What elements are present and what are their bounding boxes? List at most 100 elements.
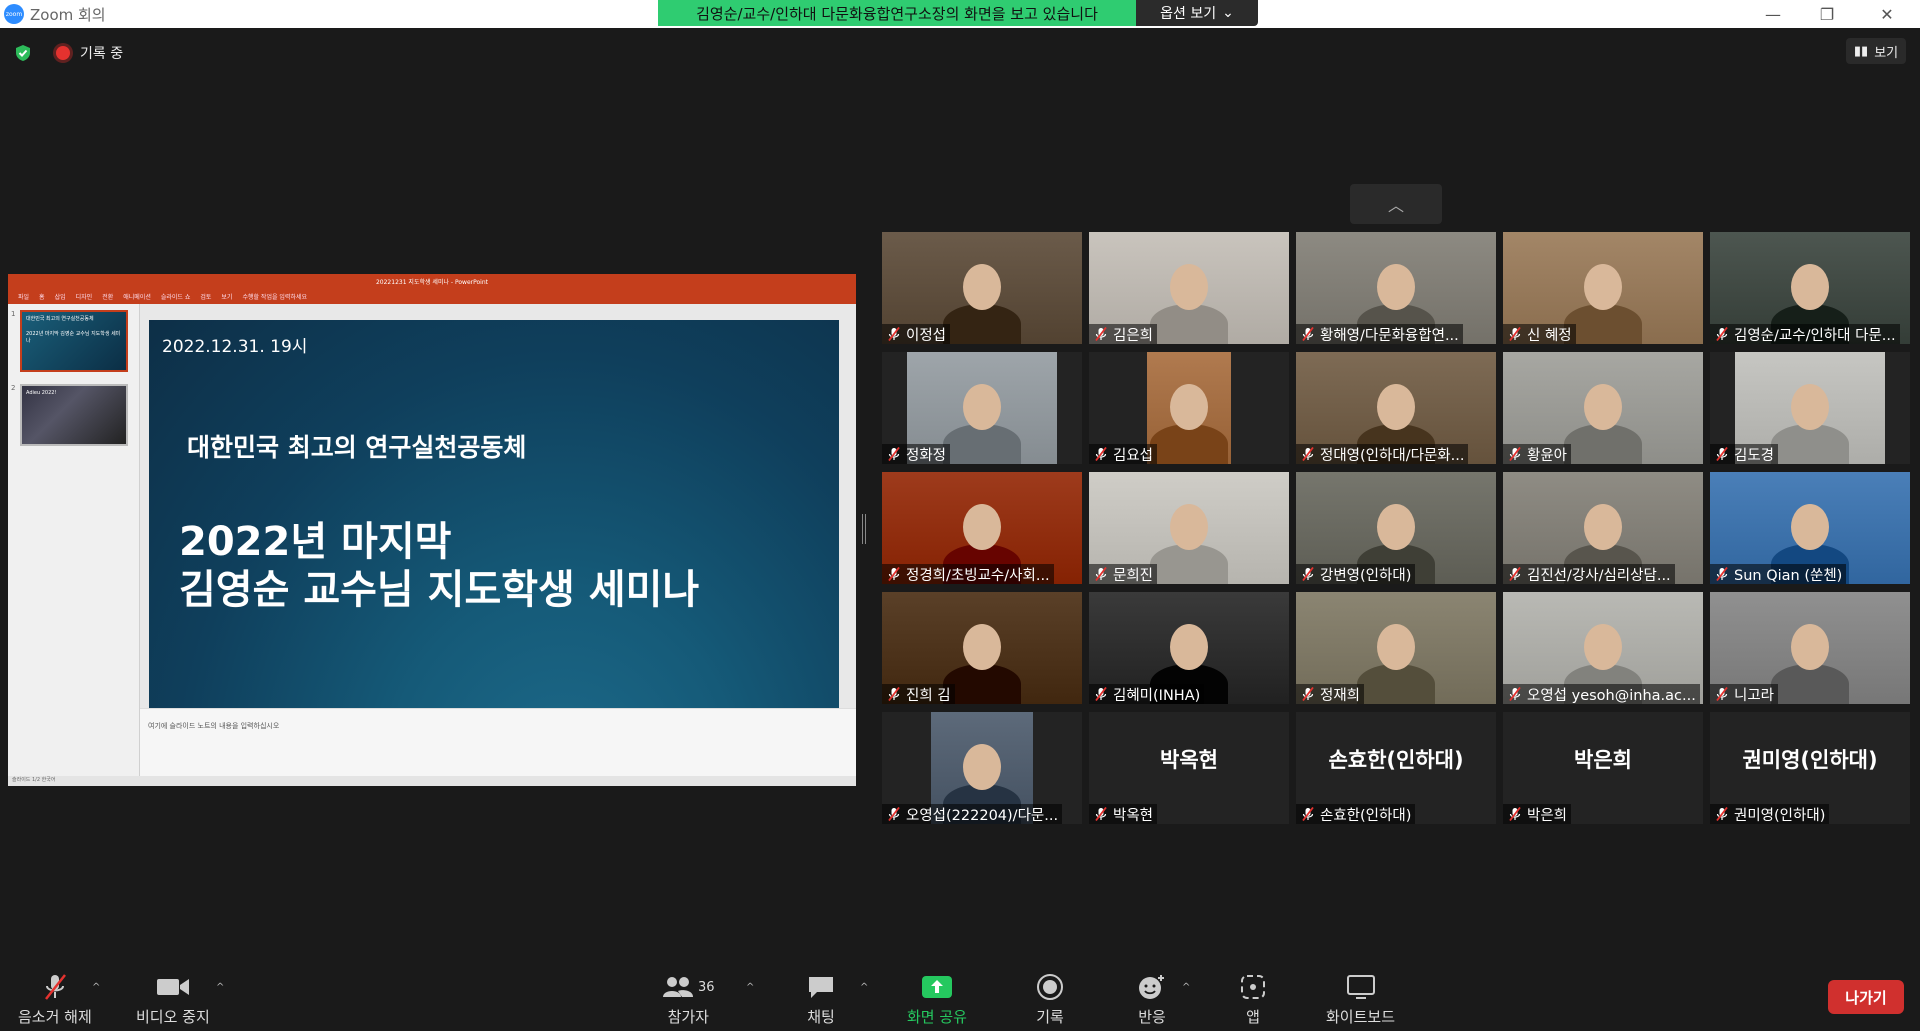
participant-silhouette: [943, 304, 1021, 344]
view-label: 보기: [1874, 45, 1899, 61]
participant-name-bar: 신 혜정: [1503, 324, 1576, 344]
slide-date: 2022.12.31. 19시: [162, 337, 308, 357]
participant-tile[interactable]: 이정섭: [882, 232, 1082, 344]
participant-tile[interactable]: 김영순/교수/인하대 다문...: [1710, 232, 1910, 344]
ppt-menu-item: 디자인: [75, 293, 93, 301]
participant-tile[interactable]: 니고라: [1710, 592, 1910, 704]
muted-mic-icon: [1095, 567, 1107, 581]
muted-mic-icon: [1095, 447, 1107, 461]
zoom-logo-icon: zoom: [4, 4, 24, 24]
muted-mic-icon: [1716, 447, 1728, 461]
participant-tile[interactable]: 정재희: [1296, 592, 1496, 704]
audio-options-caret[interactable]: ^: [92, 982, 100, 993]
participant-tile[interactable]: 신 혜정: [1503, 232, 1703, 344]
participant-face: [1170, 384, 1208, 430]
participant-tile[interactable]: 권미영(인하대) 권미영(인하대): [1710, 712, 1910, 824]
participant-tile[interactable]: 오영섭 yesoh@inha.ac...: [1503, 592, 1703, 704]
participant-tile[interactable]: 김진선/강사/심리상담...: [1503, 472, 1703, 584]
participant-silhouette: [1564, 424, 1642, 464]
participant-face: [1584, 504, 1622, 550]
participant-tile[interactable]: 황해영/다문화융합연...: [1296, 232, 1496, 344]
restore-button[interactable]: ❐: [1800, 0, 1854, 28]
participant-display-name: 박옥현: [1160, 748, 1218, 772]
participant-name: 강변영(인하대): [1320, 567, 1412, 584]
participant-name-bar: 박은희: [1503, 804, 1572, 824]
video-options-caret[interactable]: ^: [216, 982, 224, 993]
grid-view-icon: ▮▮: [1853, 43, 1869, 59]
reactions-button[interactable]: 반응: [1137, 972, 1167, 1027]
participant-name-bar: 박옥현: [1089, 804, 1158, 824]
close-button[interactable]: ✕: [1860, 0, 1914, 28]
share-screen-button[interactable]: 화면 공유: [907, 972, 967, 1027]
recording-icon: [56, 46, 70, 60]
muted-mic-icon: [1095, 807, 1107, 821]
participant-face: [1377, 384, 1415, 430]
stop-video-button[interactable]: 비디오 중지: [136, 972, 210, 1027]
slide-title-line2: 김영순 교수님 지도학생 세미나: [179, 567, 700, 613]
leave-meeting-button[interactable]: 나가기: [1828, 980, 1904, 1014]
reactions-options-caret[interactable]: ^: [1182, 982, 1190, 993]
emoji-reaction-icon: [1139, 975, 1164, 999]
participant-tile[interactable]: Sun Qian (쑨첸): [1710, 472, 1910, 584]
participant-tile[interactable]: 박옥현 박옥현: [1089, 712, 1289, 824]
participant-name-bar: 김은희: [1089, 324, 1158, 344]
recording-label: 기록 중: [80, 46, 124, 62]
participant-tile[interactable]: 문희진: [1089, 472, 1289, 584]
participant-tile[interactable]: 김혜미(INHA): [1089, 592, 1289, 704]
participant-tile[interactable]: 박은희 박은희: [1503, 712, 1703, 824]
muted-mic-icon: [888, 447, 900, 461]
muted-mic-icon: [1302, 327, 1314, 341]
participant-tile[interactable]: 강변영(인하대): [1296, 472, 1496, 584]
participant-tile[interactable]: 김요섭: [1089, 352, 1289, 464]
participant-name-bar: 정화정: [882, 444, 951, 464]
shared-screen[interactable]: 20221231 지도학생 세미나 - PowerPoint 파일 홈 삽입 디…: [8, 274, 856, 786]
participants-button[interactable]: 36 참가자: [662, 972, 715, 1027]
chat-button[interactable]: 채팅: [807, 972, 835, 1027]
muted-mic-icon: [1509, 687, 1521, 701]
participant-face: [1791, 384, 1829, 430]
participant-tile[interactable]: 김도경: [1710, 352, 1910, 464]
participant-silhouette: [1771, 424, 1849, 464]
stop-video-label: 비디오 중지: [136, 1008, 210, 1026]
participant-tile[interactable]: 정대영(인하대/다문화...: [1296, 352, 1496, 464]
view-options-button[interactable]: 옵션 보기 ⌄: [1136, 0, 1258, 26]
whiteboard-button[interactable]: 화이트보드: [1326, 972, 1395, 1027]
participant-face: [1170, 264, 1208, 310]
participant-face: [1791, 624, 1829, 670]
minimize-button[interactable]: —: [1746, 0, 1800, 28]
participant-tile[interactable]: 오영섭(222204)/다문...: [882, 712, 1082, 824]
participant-face: [963, 624, 1001, 670]
record-label: 기록: [1036, 1008, 1064, 1026]
muted-mic-icon: [1302, 567, 1314, 581]
resize-handle[interactable]: [862, 514, 866, 544]
participant-silhouette: [943, 424, 1021, 464]
participant-tile[interactable]: 정경희/초빙교수/사회...: [882, 472, 1082, 584]
apps-button[interactable]: 앱: [1240, 972, 1266, 1027]
participant-face: [963, 264, 1001, 310]
participants-options-caret[interactable]: ^: [746, 982, 754, 993]
participant-face: [1377, 624, 1415, 670]
view-button[interactable]: ▮▮ 보기: [1846, 38, 1906, 64]
muted-mic-icon: [888, 687, 900, 701]
participant-tile[interactable]: 황윤아: [1503, 352, 1703, 464]
video-feed: [1147, 352, 1231, 464]
gallery-collapse-button[interactable]: ︿: [1350, 184, 1442, 224]
muted-mic-icon: [1716, 687, 1728, 701]
chat-options-caret[interactable]: ^: [860, 982, 868, 993]
security-shield-icon[interactable]: [14, 44, 32, 62]
unmute-button[interactable]: 음소거 해제: [18, 972, 92, 1027]
participant-face: [1170, 624, 1208, 670]
participant-tile[interactable]: 정화정: [882, 352, 1082, 464]
record-button[interactable]: 기록: [1036, 972, 1064, 1027]
ppt-menu-item: 파일: [18, 293, 30, 301]
participant-name: 김진선/강사/심리상담...: [1527, 567, 1671, 584]
participant-name: 진희 김: [906, 687, 951, 704]
participant-tile[interactable]: 진희 김: [882, 592, 1082, 704]
participant-display-name: 박은희: [1574, 748, 1632, 772]
participant-name: 박옥현: [1113, 807, 1154, 824]
participant-silhouette: [943, 664, 1021, 704]
participant-tile[interactable]: 손효한(인하대) 손효한(인하대): [1296, 712, 1496, 824]
muted-mic-icon: [888, 807, 900, 821]
participants-icon: [663, 977, 693, 997]
participant-tile[interactable]: 김은희: [1089, 232, 1289, 344]
